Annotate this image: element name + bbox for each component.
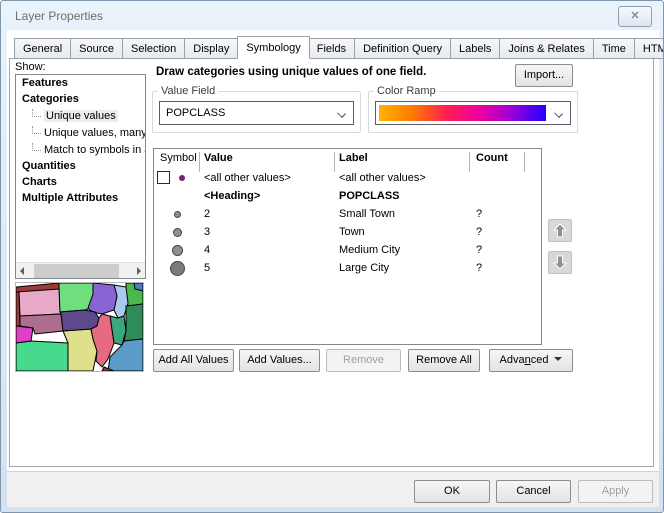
- color-ramp-dropdown[interactable]: [375, 101, 571, 125]
- tree-item-multiple-attributes[interactable]: Multiple Attributes: [16, 190, 145, 206]
- tree-item-categories[interactable]: Categories: [16, 91, 145, 107]
- arrow-down-icon: [553, 255, 567, 270]
- tree-item-unique-values-many[interactable]: Unique values, many: [16, 124, 145, 141]
- tab-joins-relates[interactable]: Joins & Relates: [500, 38, 593, 59]
- value-field-dropdown[interactable]: POPCLASS: [159, 101, 354, 125]
- tree-item-quantities[interactable]: Quantities: [16, 158, 145, 174]
- map-state: [124, 304, 143, 341]
- symbol-cell: [154, 259, 199, 277]
- add-all-values-button[interactable]: Add All Values: [153, 349, 234, 372]
- tab-time[interactable]: Time: [594, 38, 635, 59]
- renderer-description: Draw categories using unique values of o…: [156, 66, 426, 78]
- map-state: [16, 341, 68, 371]
- color-ramp-label: Color Ramp: [374, 85, 439, 97]
- renderer-tree: Features Categories Unique values Unique…: [15, 74, 146, 279]
- table-row[interactable]: 4 Medium City ?: [154, 241, 541, 259]
- tab-html-popup[interactable]: HTML Popup: [635, 38, 664, 59]
- scroll-left-icon[interactable]: [20, 267, 24, 275]
- color-ramp-group: Color Ramp: [368, 85, 578, 133]
- import-button[interactable]: Import...: [515, 64, 573, 87]
- table-row[interactable]: 3 Town ?: [154, 223, 541, 241]
- remove-all-button[interactable]: Remove All: [408, 349, 480, 372]
- column-symbol[interactable]: Symbol: [160, 152, 199, 164]
- tab-strip: General Source Selection Display Symbolo…: [14, 36, 664, 59]
- advanced-button[interactable]: Advanced: [489, 349, 573, 372]
- add-values-button[interactable]: Add Values...: [239, 349, 320, 372]
- symbol-cell: [154, 241, 199, 259]
- apply-button[interactable]: Apply: [578, 480, 653, 503]
- symbol-cell: [154, 223, 199, 241]
- move-up-button[interactable]: [548, 219, 572, 242]
- symbol-cell: [154, 169, 199, 187]
- tree-item-charts[interactable]: Charts: [16, 174, 145, 190]
- arrow-up-icon: [553, 223, 567, 238]
- column-value[interactable]: Value: [204, 152, 233, 164]
- remove-button[interactable]: Remove: [326, 349, 401, 372]
- point-symbol-icon: [179, 175, 185, 181]
- tree-item-features[interactable]: Features: [16, 75, 145, 91]
- map-state: [16, 326, 33, 343]
- table-header: Symbol Value Label Count: [154, 149, 541, 169]
- move-down-button[interactable]: [548, 251, 572, 274]
- point-symbol-icon: [173, 228, 182, 237]
- table-row[interactable]: 5 Large City ?: [154, 259, 541, 277]
- all-other-values-checkbox[interactable]: [157, 171, 170, 184]
- value-field-group: Value Field POPCLASS: [152, 85, 361, 133]
- unique-values-table: Symbol Value Label Count <all other valu…: [153, 148, 542, 345]
- horizontal-scrollbar[interactable]: [16, 262, 145, 278]
- tab-display[interactable]: Display: [185, 38, 238, 59]
- tree-item-unique-values[interactable]: Unique values: [16, 107, 145, 124]
- tab-labels[interactable]: Labels: [451, 38, 500, 59]
- cancel-button[interactable]: Cancel: [496, 480, 571, 503]
- color-ramp-gradient: [379, 105, 546, 121]
- tree-item-match-symbols[interactable]: Match to symbols in a: [16, 141, 145, 158]
- ok-button[interactable]: OK: [414, 480, 490, 503]
- point-symbol-icon: [174, 211, 181, 218]
- tab-definition-query[interactable]: Definition Query: [355, 38, 451, 59]
- show-label: Show:: [15, 61, 46, 73]
- table-row[interactable]: 2 Small Town ?: [154, 205, 541, 223]
- chevron-down-icon: [554, 109, 563, 118]
- window-title: Layer Properties: [15, 9, 103, 23]
- tree-connector-icon: [32, 143, 41, 151]
- map-preview: [15, 282, 144, 372]
- table-row[interactable]: <all other values> <all other values>: [154, 169, 541, 187]
- tree-connector-icon: [32, 126, 41, 134]
- tab-source[interactable]: Source: [71, 38, 123, 59]
- tab-fields[interactable]: Fields: [309, 38, 355, 59]
- map-state: [16, 292, 20, 326]
- scroll-right-icon[interactable]: [137, 267, 141, 275]
- point-symbol-icon: [172, 245, 183, 256]
- point-symbol-icon: [170, 261, 185, 276]
- table-row[interactable]: <Heading> POPCLASS: [154, 187, 541, 205]
- dropdown-caret-icon: [554, 357, 562, 365]
- column-label[interactable]: Label: [339, 152, 368, 164]
- symbol-cell: [154, 205, 199, 223]
- close-icon[interactable]: ✕: [618, 6, 652, 27]
- value-field-value: POPCLASS: [166, 107, 225, 119]
- scrollbar-thumb[interactable]: [34, 264, 119, 278]
- chevron-down-icon: [337, 109, 346, 118]
- value-field-label: Value Field: [158, 85, 218, 97]
- tab-general[interactable]: General: [14, 38, 71, 59]
- layer-properties-dialog: Layer Properties ✕ General Source Select…: [0, 0, 664, 513]
- tree-connector-icon: [32, 109, 41, 117]
- column-count[interactable]: Count: [476, 152, 508, 164]
- tab-selection[interactable]: Selection: [123, 38, 185, 59]
- tab-symbology[interactable]: Symbology: [237, 36, 309, 59]
